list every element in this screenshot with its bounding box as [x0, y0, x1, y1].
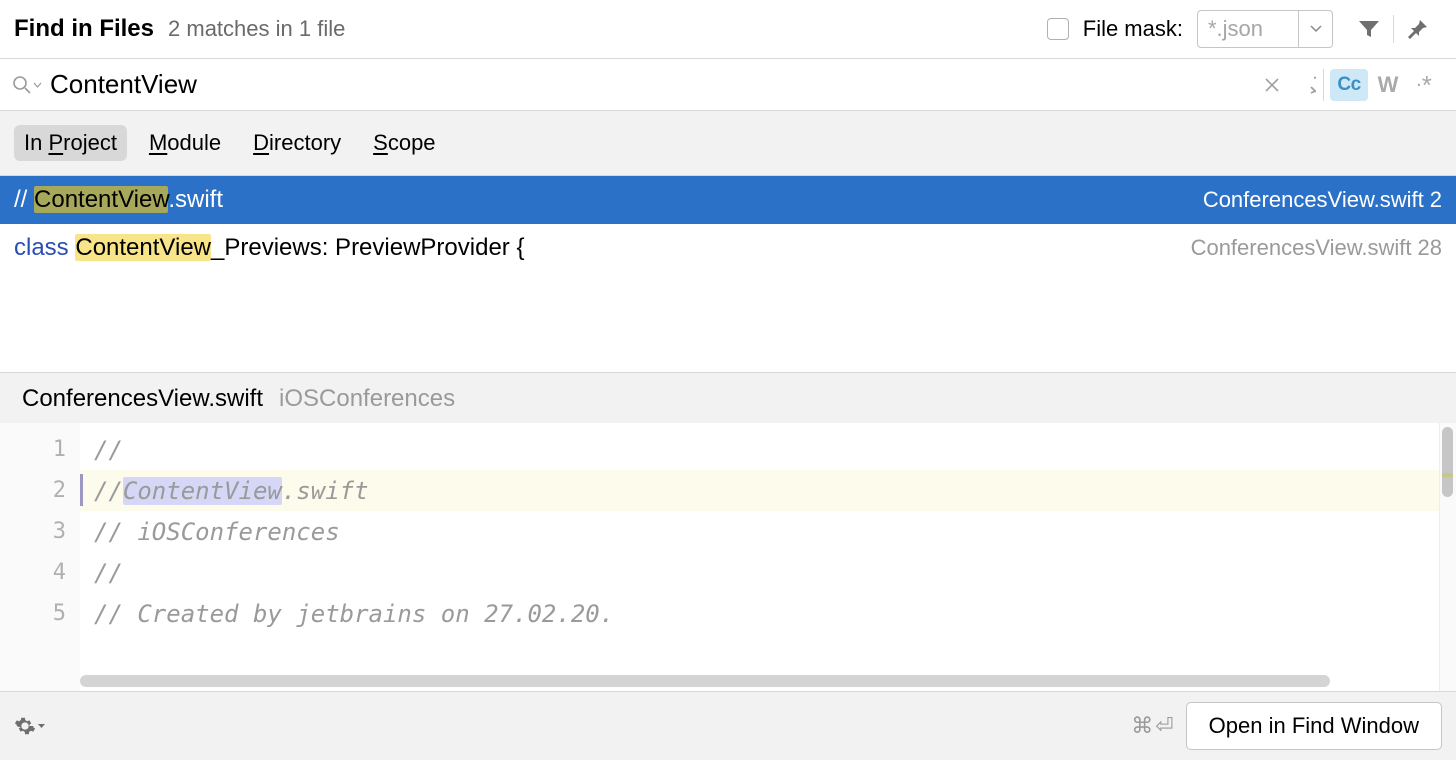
words-toggle[interactable]: W — [1372, 69, 1404, 101]
file-mask-checkbox[interactable] — [1047, 18, 1069, 40]
code-line: // Created by jetbrains on 27.02.20. — [80, 593, 1439, 634]
open-in-find-window-button[interactable]: Open in Find Window — [1186, 702, 1442, 750]
pin-icon[interactable] — [1396, 10, 1440, 48]
search-row: Cc W .* — [0, 59, 1456, 110]
line-gutter: 1 2 3 4 5 — [0, 423, 80, 691]
preview-module: iOSConferences — [279, 385, 455, 413]
code-line: // — [80, 552, 1439, 593]
dialog-title: Find in Files — [14, 15, 154, 43]
result-row-selected[interactable]: // ContentView.swift ConferencesView.swi… — [0, 176, 1456, 224]
match-case-toggle[interactable]: Cc — [1330, 69, 1368, 101]
code-line-highlight: // ContentView.swift — [80, 470, 1439, 511]
regex-toggle[interactable]: .* — [1408, 69, 1440, 101]
result-text: // ContentView.swift — [14, 186, 223, 214]
search-icon[interactable] — [8, 75, 42, 95]
file-mask-input[interactable]: *.json — [1198, 12, 1298, 46]
preview-file-header: ConferencesView.swift iOSConferences — [0, 372, 1456, 423]
header-bar: Find in Files 2 matches in 1 file File m… — [0, 0, 1456, 58]
settings-gear-icon[interactable] — [14, 715, 46, 737]
result-summary: 2 matches in 1 file — [168, 16, 345, 42]
file-mask-dropdown[interactable] — [1298, 11, 1332, 47]
code-lines[interactable]: // // ContentView.swift // iOSConference… — [80, 423, 1439, 691]
horizontal-scrollbar[interactable] — [80, 673, 1439, 691]
code-line: // iOSConferences — [80, 511, 1439, 552]
scope-tabbar: In Project Module Directory Scope — [0, 110, 1456, 176]
code-line: // — [80, 429, 1439, 470]
filter-icon[interactable] — [1347, 10, 1391, 48]
scope-tab-module[interactable]: Module — [139, 125, 231, 161]
result-location: ConferencesView.swift2 — [1203, 187, 1442, 213]
preview-filename: ConferencesView.swift — [22, 385, 263, 413]
file-mask-combo[interactable]: *.json — [1197, 10, 1333, 48]
scope-tab-in-project[interactable]: In Project — [14, 125, 127, 161]
vertical-scrollbar[interactable] — [1439, 423, 1456, 691]
file-mask-label: File mask: — [1083, 16, 1183, 42]
result-location: ConferencesView.swift28 — [1191, 235, 1442, 261]
clear-search-icon[interactable] — [1256, 69, 1288, 101]
history-icon[interactable] — [1292, 69, 1324, 101]
result-text: class ContentView_Previews: PreviewProvi… — [14, 234, 524, 262]
footer-bar: ⌘⏎ Open in Find Window — [0, 691, 1456, 760]
scope-tab-directory[interactable]: Directory — [243, 125, 351, 161]
scope-tab-scope[interactable]: Scope — [363, 125, 445, 161]
keyboard-shortcut: ⌘⏎ — [1131, 713, 1173, 739]
code-preview[interactable]: 1 2 3 4 5 // // ContentView.swift // iOS… — [0, 423, 1456, 691]
search-input[interactable] — [50, 67, 1248, 102]
result-row[interactable]: class ContentView_Previews: PreviewProvi… — [0, 224, 1456, 272]
